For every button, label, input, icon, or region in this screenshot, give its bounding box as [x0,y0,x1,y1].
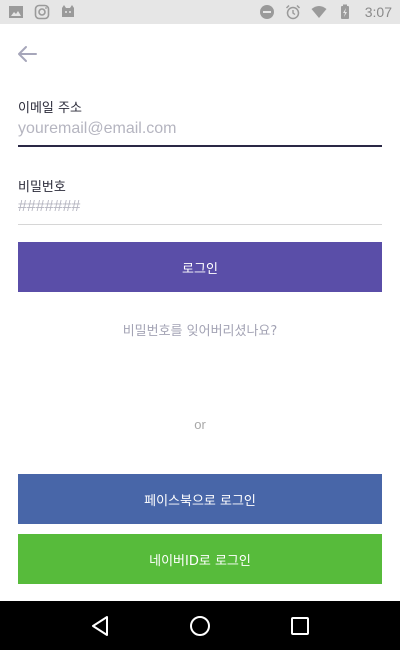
status-right-icons: 3:07 [259,4,392,20]
arrow-back-icon [18,46,37,62]
naver-login-button[interactable]: 네이버ID로 로그인 [18,534,382,584]
home-circle-icon [190,615,210,636]
navigation-bar [0,601,400,650]
cat-app-icon [62,5,74,17]
nav-home-button[interactable] [180,606,220,646]
forgot-password-link[interactable]: 비밀번호를 잊어버리셨나요? [0,320,400,339]
password-underline [18,224,382,225]
status-left-icons [8,4,76,20]
email-underline [18,145,382,147]
nav-recents-button[interactable] [280,606,320,646]
instagram-icon [34,4,50,20]
back-triangle-icon [92,615,108,636]
image-icon [9,6,23,18]
facebook-login-button[interactable]: 페이스북으로 로그인 [18,474,382,524]
do-not-disturb-icon [259,5,274,19]
password-field[interactable] [18,191,382,223]
login-button[interactable]: 로그인 [18,242,382,292]
recents-square-icon [291,616,309,635]
back-button[interactable] [12,40,42,68]
battery-charging-icon [340,4,349,19]
email-field[interactable] [18,113,382,145]
wifi-icon [311,6,327,18]
status-time: 3:07 [364,4,392,20]
nav-back-button[interactable] [80,606,120,646]
alarm-icon [285,4,300,20]
status-bar: 3:07 [0,0,400,24]
or-divider-text: or [194,417,206,432]
